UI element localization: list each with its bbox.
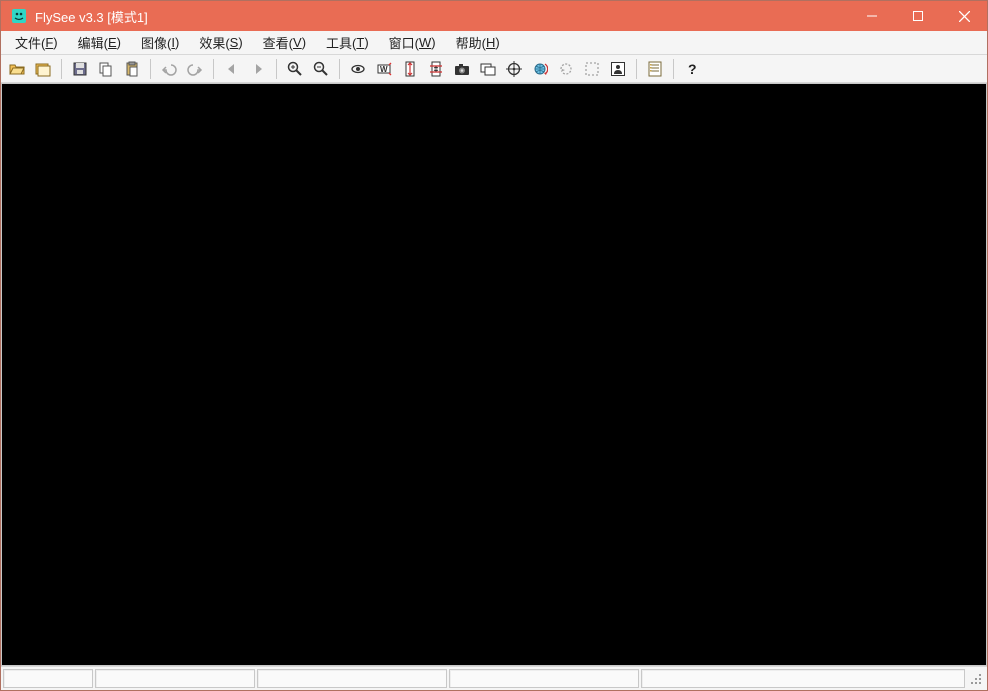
status-pane (449, 669, 639, 688)
copy-screen-button[interactable] (476, 58, 500, 80)
rotate-globe-button[interactable] (528, 58, 552, 80)
paste-icon (124, 61, 140, 77)
menu-w[interactable]: 窗口(W) (379, 31, 446, 54)
title-bar[interactable]: FlySee v3.3 [模式1] (1, 1, 987, 31)
image-canvas[interactable] (1, 83, 987, 666)
toolbar-separator (339, 59, 340, 79)
target-icon (506, 61, 522, 77)
svg-text:W: W (380, 65, 388, 74)
width-fit-icon: W (376, 61, 392, 77)
toolbar-separator (150, 59, 151, 79)
person-rect-button[interactable] (606, 58, 630, 80)
rotate-dashed-button (554, 58, 578, 80)
select-dashed-icon (584, 61, 600, 77)
menu-v[interactable]: 查看(V) (253, 31, 316, 54)
paste-button[interactable] (120, 58, 144, 80)
zoom-out-button[interactable] (309, 58, 333, 80)
person-rect-icon (610, 61, 626, 77)
rotate-globe-icon (532, 61, 548, 77)
help-button[interactable]: ? (680, 58, 704, 80)
target-button[interactable] (502, 58, 526, 80)
save-button[interactable] (68, 58, 92, 80)
help-icon: ? (684, 61, 700, 77)
menu-e[interactable]: 编辑(E) (68, 31, 131, 54)
app-icon (9, 6, 29, 26)
open-new-icon (35, 61, 51, 77)
toolbar-separator (673, 59, 674, 79)
prev-icon (224, 61, 240, 77)
list-doc-button[interactable] (643, 58, 667, 80)
height-stretch-icon (402, 61, 418, 77)
status-bar (1, 666, 987, 690)
open-new-button[interactable] (31, 58, 55, 80)
open-icon (9, 61, 25, 77)
copy-screen-icon (480, 61, 496, 77)
zoom-out-icon (313, 61, 329, 77)
menu-t[interactable]: 工具(T) (316, 31, 379, 54)
menu-h[interactable]: 帮助(H) (446, 31, 510, 54)
height-stretch-button[interactable] (398, 58, 422, 80)
redo-button (183, 58, 207, 80)
status-pane (95, 669, 255, 688)
width-fit-button[interactable]: W (372, 58, 396, 80)
status-pane (257, 669, 447, 688)
zoom-in-button[interactable] (283, 58, 307, 80)
status-pane (3, 669, 93, 688)
menu-s[interactable]: 效果(S) (189, 31, 252, 54)
status-pane (641, 669, 965, 688)
list-doc-icon (647, 61, 663, 77)
svg-text:?: ? (688, 61, 697, 77)
app-window: FlySee v3.3 [模式1] 文件(F)编辑(E)图像(I)效果(S)查看… (0, 0, 988, 691)
select-dashed-button (580, 58, 604, 80)
window-title: FlySee v3.3 [模式1] (35, 7, 148, 26)
toolbar-separator (213, 59, 214, 79)
height-crop-icon (428, 61, 444, 77)
prev-button (220, 58, 244, 80)
menu-bar: 文件(F)编辑(E)图像(I)效果(S)查看(V)工具(T)窗口(W)帮助(H) (1, 31, 987, 55)
menu-i[interactable]: 图像(I) (131, 31, 189, 54)
redo-icon (187, 61, 203, 77)
resize-grip[interactable] (967, 669, 985, 688)
next-button (246, 58, 270, 80)
copy-icon (98, 61, 114, 77)
maximize-button[interactable] (895, 1, 941, 31)
view-icon (350, 61, 366, 77)
open-button[interactable] (5, 58, 29, 80)
save-icon (72, 61, 88, 77)
copy-button[interactable] (94, 58, 118, 80)
toolbar-separator (276, 59, 277, 79)
camera-button[interactable] (450, 58, 474, 80)
zoom-in-icon (287, 61, 303, 77)
next-icon (250, 61, 266, 77)
view-button[interactable] (346, 58, 370, 80)
toolbar-separator (636, 59, 637, 79)
toolbar-separator (61, 59, 62, 79)
camera-icon (454, 61, 470, 77)
minimize-button[interactable] (849, 1, 895, 31)
close-button[interactable] (941, 1, 987, 31)
toolbar: W? (1, 55, 987, 83)
rotate-dashed-icon (558, 61, 574, 77)
menu-f[interactable]: 文件(F) (5, 31, 68, 54)
undo-button (157, 58, 181, 80)
undo-icon (161, 61, 177, 77)
height-crop-button[interactable] (424, 58, 448, 80)
